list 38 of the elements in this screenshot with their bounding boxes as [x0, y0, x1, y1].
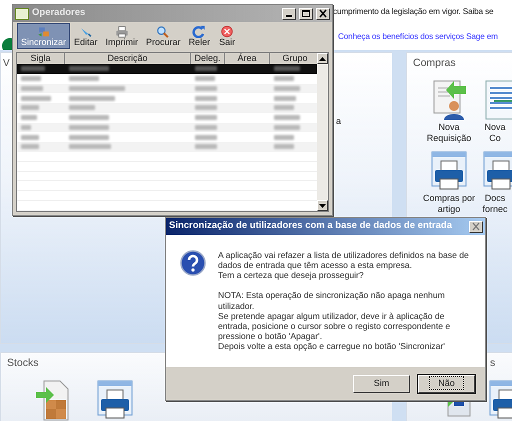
- maximize-icon: [301, 9, 311, 18]
- question-icon: [180, 250, 206, 276]
- panel-title: Stocks: [7, 356, 39, 371]
- toolbar-button[interactable]: Editar: [70, 23, 102, 49]
- toolbar-button[interactable]: Reler: [184, 23, 214, 49]
- item-label[interactable]: Compras por artigo: [421, 193, 477, 215]
- message-text: Tem a certeza que deseja prosseguir?: [218, 270, 365, 280]
- scroll-up-button[interactable]: [317, 53, 328, 64]
- message-text: A aplicação vai refazer a lista de utilizadores definidos na base de dados de entrada que têm acesso a esta empresa.: [218, 250, 470, 270]
- note-text: NOTA: Esta operação de sincronização não apaga nenhum utilizador.: [218, 290, 446, 311]
- toolbar-button[interactable]: Imprimir: [102, 23, 142, 49]
- close-button[interactable]: [316, 8, 330, 20]
- panel-title: V: [3, 57, 10, 71]
- dialog-button[interactable]: Sim: [353, 374, 410, 392]
- maximize-button[interactable]: [299, 8, 313, 20]
- notice-text: cumprimento da legislação em vigor. Saiba se: [333, 6, 494, 18]
- panel-title: Compras: [413, 56, 456, 71]
- toolbar-button[interactable]: Procurar: [142, 23, 185, 49]
- item-label[interactable]: Docs fornec: [480, 193, 510, 215]
- down-arrow-icon: [319, 204, 326, 208]
- item-label: a: [336, 115, 342, 128]
- up-arrow-icon: [319, 56, 326, 60]
- note-text: Se pretende apagar algum utilizador, deve ir à aplicação de entrada, posicione o cursor sobre o registo correspondente e pressione o botão 'Apagar'.: [218, 310, 452, 342]
- scroll-down-button[interactable]: [317, 200, 328, 211]
- item-label[interactable]: Nova Requisição: [421, 122, 477, 144]
- app-icon: [15, 8, 29, 20]
- dialog-button[interactable]: Não: [418, 374, 475, 392]
- toolbar-button[interactable]: Sair: [214, 23, 240, 49]
- window-title: Operadores: [32, 6, 86, 20]
- close-button[interactable]: [469, 220, 483, 232]
- dialog-title: Sincronização de utilizadores com a base de dados de entrada: [169, 219, 452, 234]
- services-link[interactable]: Conheça os benefícios dos serviços Sage em: [338, 30, 498, 43]
- close-icon: [318, 9, 328, 18]
- panel-title: s: [489, 356, 496, 371]
- item-label[interactable]: Nova Co: [480, 122, 510, 144]
- minimize-button[interactable]: [282, 8, 296, 20]
- note-text: Depois volte a esta opção e carregue no botão 'Sincronizar': [218, 341, 446, 352]
- connector-line: [494, 100, 512, 102]
